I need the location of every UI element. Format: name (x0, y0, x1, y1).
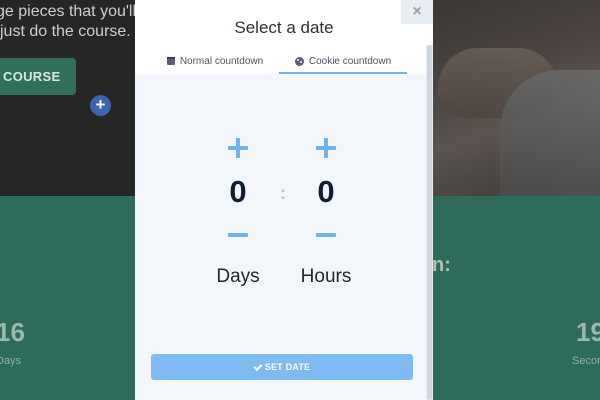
background-hero-text: ge pieces that you'll m just do the cour… (0, 2, 154, 42)
calendar-icon (166, 57, 175, 65)
tab-normal-countdown[interactable]: Normal countdown (151, 50, 279, 72)
background-seconds-number: 19 (576, 317, 600, 347)
hours-value: 0 (317, 174, 335, 209)
checkmark-icon (253, 361, 263, 371)
background-seconds-label: Secon (572, 355, 600, 367)
background-photo-arm (500, 70, 600, 196)
select-date-modal: Select a date × Normal countdown Cookie … (135, 0, 433, 400)
modal-scrollbar-thumb[interactable] (427, 45, 432, 400)
background-photo (420, 0, 600, 196)
modal-title: Select a date (234, 18, 334, 37)
background-course-button[interactable]: COURSE (0, 58, 76, 95)
tab-normal-countdown-label: Normal countdown (179, 55, 264, 67)
background-days-label: Days (0, 355, 22, 367)
background-days-number: 16 (0, 317, 25, 347)
hours-decrement-button[interactable] (316, 233, 336, 237)
hours-increment-button[interactable] (316, 138, 336, 158)
tab-cookie-countdown-label: Cookie countdown (308, 55, 392, 67)
background-heading-fragment: n: (432, 254, 451, 276)
days-label: Days (216, 266, 260, 287)
days-value: 0 (229, 174, 247, 209)
set-date-button-label: SET DATE (264, 362, 311, 372)
days-decrement-button[interactable] (228, 233, 248, 237)
countdown-type-tabs: Normal countdown Cookie countdown (151, 50, 407, 74)
background-hero-line-2: just do the course. (0, 23, 131, 40)
set-date-button[interactable]: SET DATE (151, 354, 413, 380)
background-hero-line-1: ge pieces that you'll m (0, 3, 154, 20)
hours-label: Hours (300, 266, 352, 287)
days-increment-button[interactable] (228, 138, 248, 158)
tab-cookie-countdown[interactable]: Cookie countdown (279, 50, 407, 74)
close-icon[interactable]: × (401, 0, 433, 24)
add-block-plus-icon[interactable]: + (90, 95, 111, 116)
counter-separator: : (280, 183, 286, 203)
cookie-icon (294, 56, 304, 66)
modal-header: Select a date × Normal countdown Cookie … (135, 0, 433, 74)
